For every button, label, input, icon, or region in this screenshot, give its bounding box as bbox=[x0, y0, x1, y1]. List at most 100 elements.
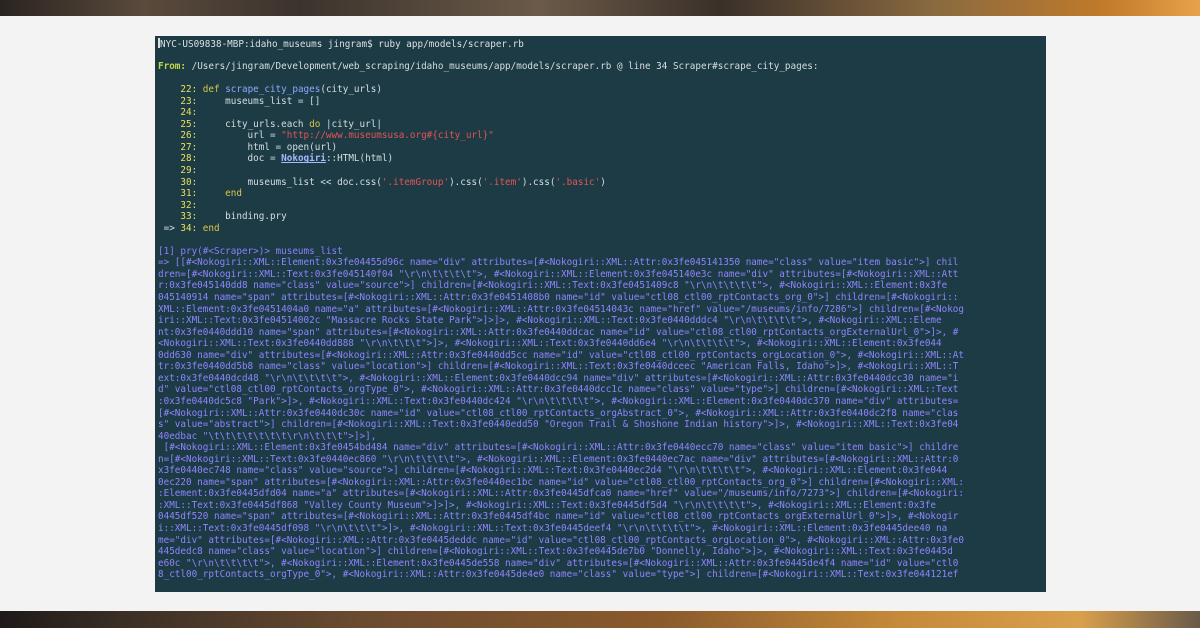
output-line: 045140914 name="span" attributes=[#<Noko… bbox=[158, 292, 959, 304]
terminal-window[interactable]: NYC-US09838-MBP:idaho_museums jingram$ r… bbox=[155, 36, 1046, 592]
code-token: binding.pry bbox=[197, 211, 287, 223]
output-line: :0x3fe0440dc5c8 "Park">]>, #<Nokogiri::X… bbox=[158, 395, 959, 407]
code-listing: 22: def scrape_city_pages(city_urls) 23:… bbox=[158, 84, 1043, 234]
line-number: 28: bbox=[180, 153, 198, 165]
output-line: 8_ctl00_rptContacts_orgType_0">, #<Nokog… bbox=[158, 569, 959, 581]
line-gutter bbox=[158, 153, 180, 164]
code-line: 31: end bbox=[158, 188, 1043, 200]
code-token: html = open(url) bbox=[197, 141, 338, 153]
code-token: ).css( bbox=[521, 176, 556, 188]
code-token: end bbox=[197, 188, 242, 200]
output-line: 0ec220 name="span" attributes=[#<Nokogir… bbox=[158, 476, 964, 488]
output-line: e60c "\r\n\t\t\t\t">, #<Nokogiri::XML::E… bbox=[158, 557, 959, 569]
line-number: 33: bbox=[180, 211, 198, 223]
code-token: ).css( bbox=[449, 176, 483, 188]
line-gutter bbox=[158, 142, 180, 153]
code-token: city_urls.each bbox=[197, 118, 310, 130]
line-gutter bbox=[158, 84, 180, 95]
output-line: 0445df520 name="span" attributes=[#<Noko… bbox=[158, 511, 959, 523]
code-line: 22: def scrape_city_pages(city_urls) bbox=[158, 84, 1043, 96]
line-number: 31: bbox=[180, 188, 198, 200]
output-line: 40edbac "\t\t\t\t\t\t\t\r\n\t\t\t">]>], bbox=[158, 430, 377, 442]
line-gutter bbox=[158, 211, 180, 222]
line-number: 24: bbox=[180, 107, 198, 119]
shell-command: NYC-US09838-MBP:idaho_museums jingram$ r… bbox=[160, 39, 524, 50]
line-number: 22: bbox=[180, 84, 198, 96]
code-token: '.basic' bbox=[555, 176, 601, 188]
shell-prompt-line: NYC-US09838-MBP:idaho_museums jingram$ r… bbox=[158, 38, 1043, 50]
from-path: /Users/jingram/Development/web_scraping/… bbox=[186, 61, 819, 73]
line-number: 32: bbox=[180, 199, 198, 211]
output-line: s" value="abstract">] children=[#<Nokogi… bbox=[158, 419, 959, 431]
output-line: XML::Element:0x3fe0451404a0 name="a" att… bbox=[158, 303, 964, 315]
output-line: 0dd630 name="div" attributes=[#<Nokogiri… bbox=[158, 349, 964, 361]
code-line: 33: binding.pry bbox=[158, 211, 1043, 223]
line-number: 29: bbox=[180, 165, 198, 177]
code-token: ::HTML(html) bbox=[325, 153, 394, 165]
output-line: me="div" attributes=[#<Nokogiri::XML::At… bbox=[158, 534, 964, 546]
code-token: '.item' bbox=[482, 176, 522, 188]
code-token: def bbox=[197, 84, 226, 96]
output-line: [#<Nokogiri::XML::Element:0x3fe0454bd484… bbox=[158, 442, 959, 454]
code-token: "http://www.museumsusa.org#{city_url}" bbox=[281, 130, 494, 142]
line-gutter bbox=[158, 188, 180, 199]
output-line: :Element:0x3fe0445dfd04 name="a" attribu… bbox=[158, 488, 964, 500]
code-line: 30: museums_list << doc.css('.itemGroup'… bbox=[158, 177, 1043, 189]
pry-output: => [[#<Nokogiri::XML::Element:0x3fe04455… bbox=[158, 257, 1043, 580]
line-gutter bbox=[158, 119, 180, 130]
output-line: :XML::Text:0x3fe0445df868 "Valley County… bbox=[158, 499, 937, 511]
code-token: ) bbox=[600, 176, 606, 188]
background-photo-top bbox=[0, 0, 1200, 16]
code-token: scrape_city_pages bbox=[225, 84, 321, 96]
code-token: (city_urls) bbox=[320, 84, 382, 96]
code-token: end bbox=[197, 222, 220, 234]
background-photo-bottom bbox=[0, 611, 1200, 628]
output-line: [#<Nokogiri::XML::Attr:0x3fe0440dc30c na… bbox=[158, 407, 959, 419]
code-line: 26: url = "http://www.museumsusa.org#{ci… bbox=[158, 130, 1043, 142]
line-number: 23: bbox=[180, 95, 198, 107]
output-line: x3fe0440ec748 name="class" value="source… bbox=[158, 465, 948, 477]
line-number: 30: bbox=[180, 176, 198, 188]
line-number: 25: bbox=[180, 118, 198, 130]
output-line: nt:0x3fe0440ddd10 name="span" attributes… bbox=[158, 326, 959, 338]
output-line: dren=[#<Nokogiri::XML::Text:0x3fe045140f… bbox=[158, 268, 959, 280]
code-token: Nokogiri bbox=[281, 153, 326, 165]
output-line: 445dedc8 name="class" value="location">]… bbox=[158, 546, 953, 558]
code-token: museums_list << doc.css( bbox=[197, 176, 382, 188]
output-line: <Nokogiri::XML::Text:0x3fe0440dd888 "\r\… bbox=[158, 338, 942, 350]
output-line: ext:0x3fe0440dcd48 "\r\n\t\t\t\t">, #<No… bbox=[158, 372, 959, 384]
from-line: From: /Users/jingram/Development/web_scr… bbox=[158, 61, 1043, 73]
code-token: '.itemGroup' bbox=[381, 176, 450, 188]
output-line: => [[#<Nokogiri::XML::Element:0x3fe04455… bbox=[158, 257, 959, 269]
code-token: url = bbox=[197, 130, 282, 142]
output-line: d" value="ctl08_ctl00_rptContacts_orgTyp… bbox=[158, 384, 959, 396]
code-line: 28: doc = Nokogiri::HTML(html) bbox=[158, 153, 1043, 165]
code-line: 32: bbox=[158, 200, 1043, 212]
code-line: 23: museums_list = [] bbox=[158, 96, 1043, 108]
code-line: 24: bbox=[158, 107, 1043, 119]
line-gutter bbox=[158, 200, 180, 211]
line-gutter bbox=[158, 130, 180, 141]
pry-prompt-line: [1] pry(#<Scraper>)> museums_list bbox=[158, 245, 343, 257]
code-token: doc = bbox=[197, 153, 282, 165]
code-token: do bbox=[309, 118, 321, 130]
line-gutter bbox=[158, 107, 180, 118]
code-line: => 34: end bbox=[158, 223, 1043, 235]
output-line: r:0x3fe045140dd8 name="class" value="sou… bbox=[158, 280, 948, 292]
line-gutter bbox=[158, 96, 180, 107]
line-gutter bbox=[158, 177, 180, 188]
output-line: i::XML::Text:0x3fe0445df098 "\r\n\t\t\t"… bbox=[158, 522, 948, 534]
from-label: From: bbox=[158, 61, 186, 73]
line-number: 27: bbox=[180, 141, 198, 153]
line-gutter bbox=[158, 165, 180, 176]
code-token: |city_url| bbox=[320, 118, 382, 130]
code-line: 27: html = open(url) bbox=[158, 142, 1043, 154]
current-line-arrow: => bbox=[158, 222, 181, 234]
code-line: 25: city_urls.each do |city_url| bbox=[158, 119, 1043, 131]
code-line: 29: bbox=[158, 165, 1043, 177]
code-token: museums_list = [] bbox=[197, 95, 321, 107]
line-number: 34: bbox=[180, 222, 198, 234]
